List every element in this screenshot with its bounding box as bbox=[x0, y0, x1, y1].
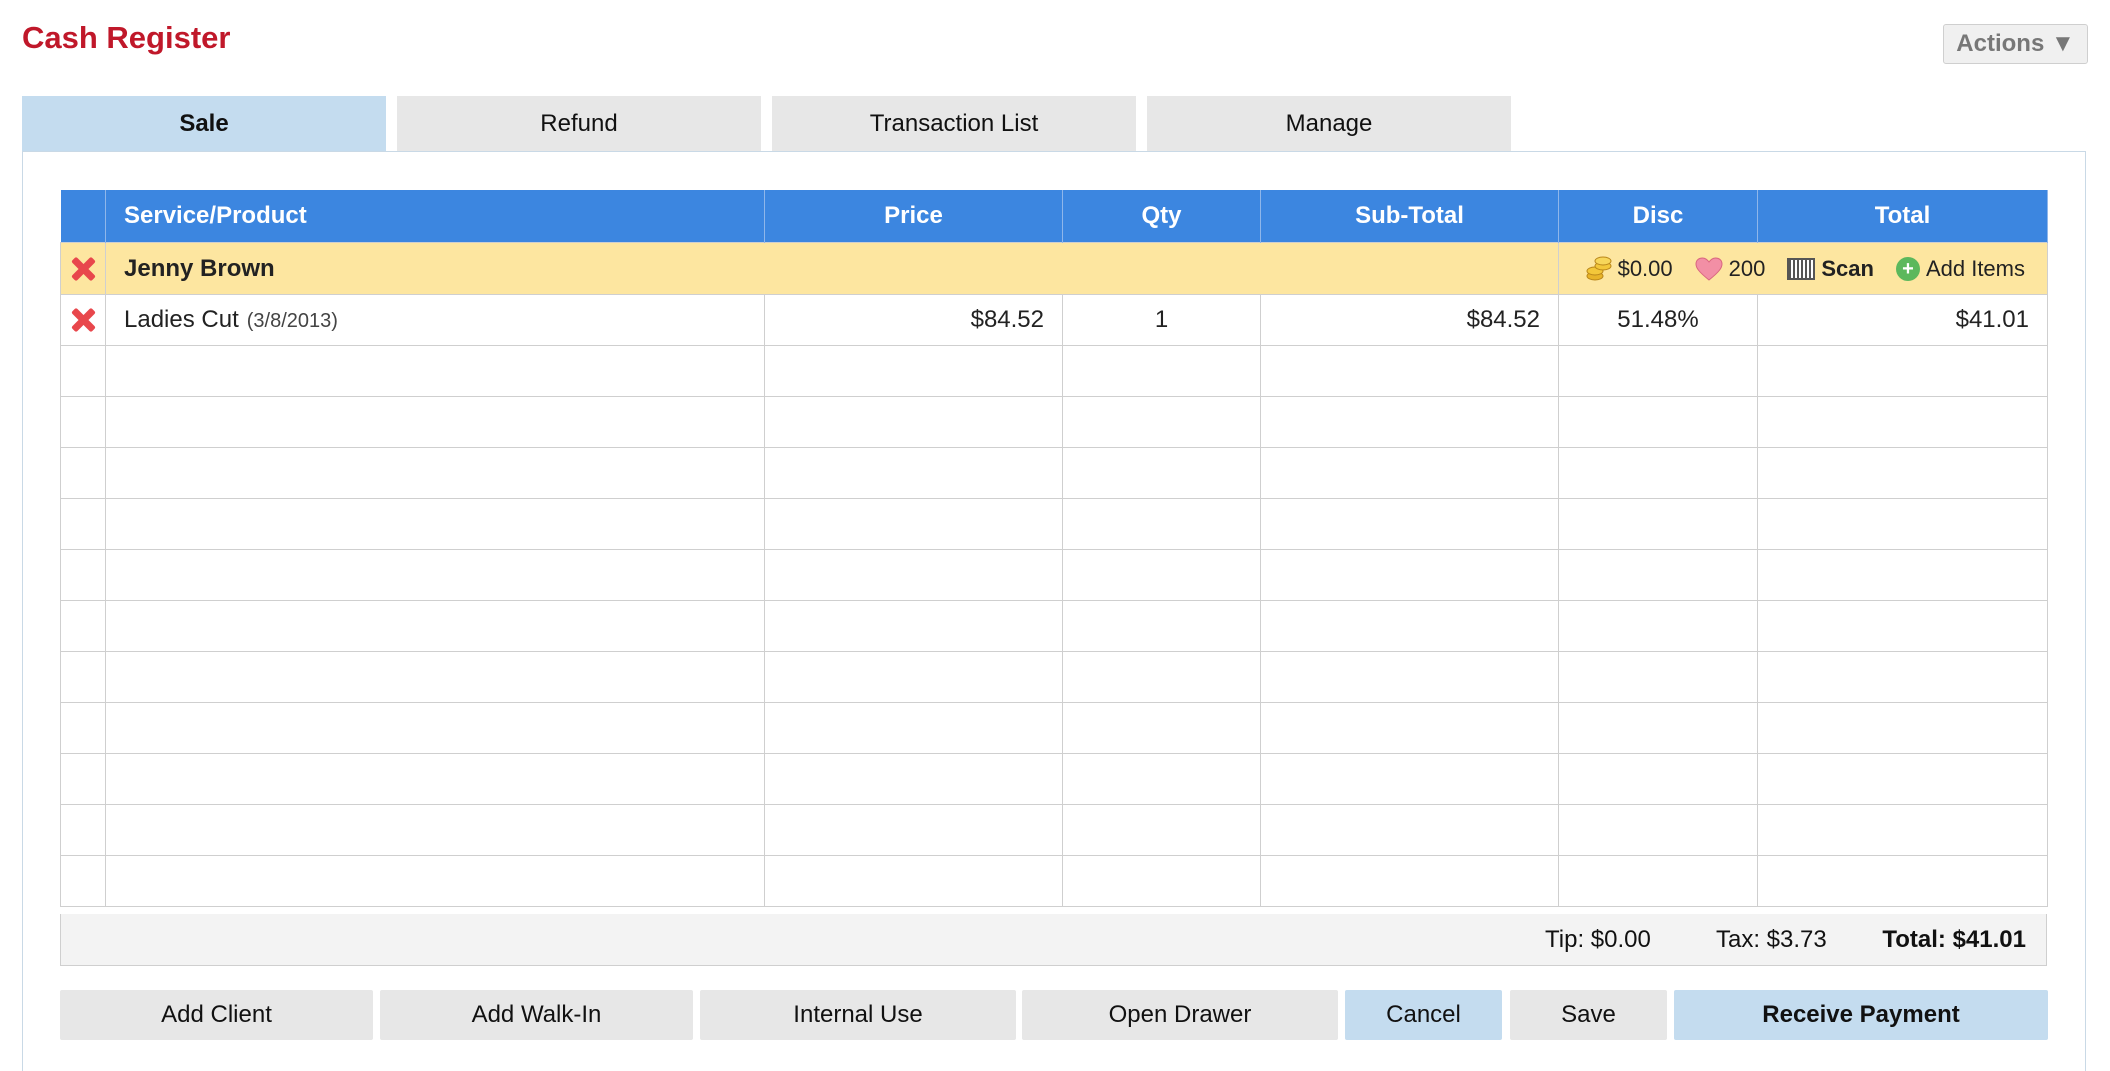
client-name-cell: Jenny Brown bbox=[105, 242, 1559, 295]
column-header-price: Price bbox=[764, 190, 1063, 243]
table-row[interactable]: Ladies Cut (3/8/2013) $84.52 1 $84.52 51.… bbox=[60, 294, 2048, 346]
tip-amount: Tip: $0.00 bbox=[1545, 926, 1651, 953]
add-circle-icon: + bbox=[1895, 256, 1920, 281]
client-balance-value: $0.00 bbox=[1617, 255, 1673, 281]
open-drawer-button[interactable]: Open Drawer bbox=[1022, 990, 1338, 1040]
remove-item-cell bbox=[60, 294, 106, 346]
barcode-icon bbox=[1787, 257, 1816, 280]
column-header-total: Total bbox=[1757, 190, 2048, 243]
scan-button[interactable]: Scan bbox=[1787, 256, 1874, 282]
empty-row bbox=[60, 549, 2048, 601]
column-header-disc: Disc bbox=[1558, 190, 1758, 243]
empty-row bbox=[60, 345, 2048, 397]
item-date: (3/8/2013) bbox=[246, 310, 338, 332]
empty-row bbox=[60, 855, 2048, 907]
empty-row bbox=[60, 804, 2048, 856]
actions-dropdown-button[interactable]: Actions ▼ bbox=[1943, 24, 2088, 64]
scan-label: Scan bbox=[1821, 255, 1874, 281]
client-loyalty-points[interactable]: 200 bbox=[1695, 255, 1766, 282]
cancel-button[interactable]: Cancel bbox=[1345, 990, 1502, 1040]
column-header-remove bbox=[60, 190, 106, 243]
table-header-row: Service/Product Price Qty Sub-Total Disc… bbox=[60, 190, 2048, 243]
sale-items-table: Service/Product Price Qty Sub-Total Disc… bbox=[60, 190, 2048, 907]
tax-amount: Tax: $3.73 bbox=[1716, 926, 1827, 953]
coins-icon bbox=[1586, 256, 1612, 280]
remove-client-icon[interactable] bbox=[69, 255, 97, 283]
save-button[interactable]: Save bbox=[1510, 990, 1667, 1040]
tab-manage[interactable]: Manage bbox=[1147, 96, 1511, 151]
client-row: Jenny Brown $0.00 200 Scan + Add Items bbox=[60, 242, 2048, 295]
item-discount[interactable]: 51.48% bbox=[1558, 294, 1758, 346]
remove-item-icon[interactable] bbox=[69, 306, 97, 334]
item-name-cell: Ladies Cut (3/8/2013) bbox=[105, 294, 765, 346]
empty-row bbox=[60, 702, 2048, 754]
receive-payment-button[interactable]: Receive Payment bbox=[1674, 990, 2048, 1040]
item-total: $41.01 bbox=[1757, 294, 2048, 346]
empty-row bbox=[60, 447, 2048, 499]
client-balance[interactable]: $0.00 bbox=[1586, 256, 1673, 282]
empty-row bbox=[60, 498, 2048, 550]
client-name[interactable]: Jenny Brown bbox=[124, 255, 275, 282]
internal-use-button[interactable]: Internal Use bbox=[700, 990, 1016, 1040]
add-client-button[interactable]: Add Client bbox=[60, 990, 373, 1040]
remove-client-cell bbox=[60, 242, 106, 295]
item-name: Ladies Cut bbox=[124, 306, 239, 333]
empty-row bbox=[60, 396, 2048, 448]
totals-bar: Tip: $0.00 Tax: $3.73 Total: $41.01 bbox=[60, 914, 2047, 966]
page-title: Cash Register bbox=[22, 20, 231, 55]
column-header-subtotal: Sub-Total bbox=[1260, 190, 1559, 243]
item-qty[interactable]: 1 bbox=[1062, 294, 1261, 346]
heart-icon bbox=[1695, 256, 1723, 281]
item-subtotal: $84.52 bbox=[1260, 294, 1559, 346]
grand-total: Total: $41.01 bbox=[1882, 926, 2026, 953]
tab-transaction-list[interactable]: Transaction List bbox=[772, 96, 1136, 151]
empty-row bbox=[60, 651, 2048, 703]
client-loyalty-points-value: 200 bbox=[1728, 255, 1766, 281]
add-items-button[interactable]: + Add Items bbox=[1895, 255, 2025, 282]
item-price[interactable]: $84.52 bbox=[764, 294, 1063, 346]
column-header-service-product: Service/Product bbox=[105, 190, 765, 243]
tab-refund[interactable]: Refund bbox=[397, 96, 761, 151]
add-items-label: Add Items bbox=[1925, 255, 2025, 281]
add-walkin-button[interactable]: Add Walk-In bbox=[380, 990, 693, 1040]
column-header-qty: Qty bbox=[1062, 190, 1261, 243]
empty-row bbox=[60, 753, 2048, 805]
client-tools-cell: $0.00 200 Scan + Add Items bbox=[1558, 242, 2048, 295]
empty-row bbox=[60, 600, 2048, 652]
tab-sale[interactable]: Sale bbox=[22, 96, 386, 151]
